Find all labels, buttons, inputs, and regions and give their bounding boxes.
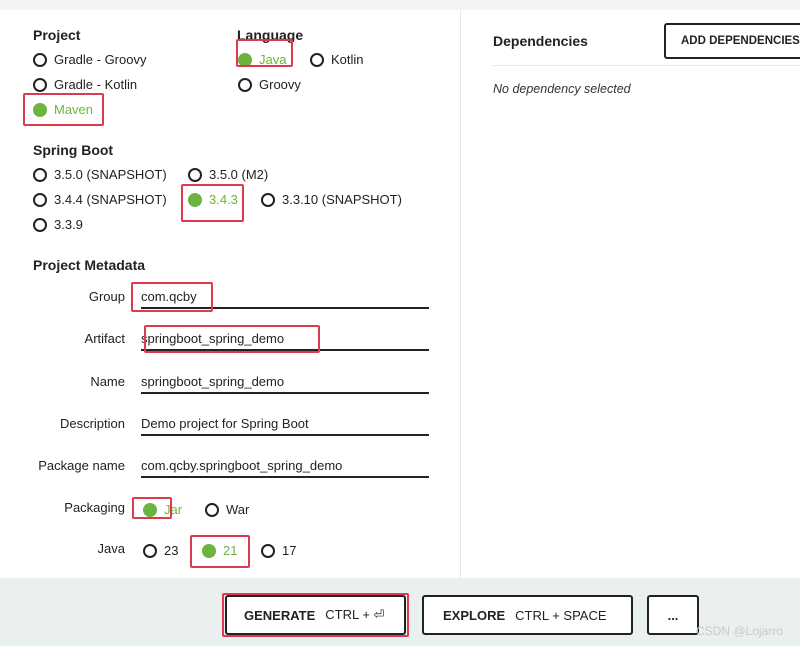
description-field[interactable] [141, 412, 429, 436]
language-option-groovy[interactable]: Groovy [238, 77, 301, 92]
java-label: Java [97, 541, 125, 556]
radio-icon [310, 52, 324, 67]
option-label: 21 [223, 543, 238, 558]
group-field[interactable] [141, 285, 429, 309]
radio-icon [33, 217, 47, 232]
watermark-text: CSDN @Lojarro [696, 624, 783, 638]
column-divider [460, 10, 461, 578]
more-label: ... [667, 607, 679, 623]
name-field[interactable] [141, 370, 429, 394]
option-label: 3.4.4 (SNAPSHOT) [54, 192, 167, 207]
option-label: 3.5.0 (M2) [209, 167, 269, 182]
package-name-label: Package name [38, 458, 125, 473]
radio-selected-icon [143, 502, 157, 517]
language-heading: Language [237, 27, 304, 43]
radio-selected-icon [238, 52, 252, 67]
metadata-heading: Project Metadata [33, 257, 146, 273]
project-heading: Project [33, 27, 81, 43]
option-label: War [226, 502, 250, 517]
description-label: Description [59, 416, 125, 431]
radio-icon [143, 543, 157, 558]
java-option-23[interactable]: 23 [143, 543, 178, 558]
packaging-label: Packaging [64, 500, 125, 515]
explore-shortcut: CTRL + SPACE [515, 607, 607, 623]
option-label: Java [259, 52, 287, 67]
boot-option-3-3-9[interactable]: 3.3.9 [33, 217, 83, 232]
option-label: 17 [282, 543, 297, 558]
generate-shortcut: CTRL + ⏎ [325, 607, 385, 622]
option-label: 3.3.9 [54, 217, 83, 232]
artifact-field[interactable] [141, 327, 429, 351]
dependencies-divider [492, 65, 800, 66]
option-label: Jar [164, 502, 183, 517]
option-label: 3.5.0 (SNAPSHOT) [54, 167, 167, 182]
more-button[interactable]: ... [647, 595, 699, 635]
no-dependency-text: No dependency selected [493, 82, 631, 96]
boot-option-3-4-4-snapshot[interactable]: 3.4.4 (SNAPSHOT) [33, 192, 167, 207]
option-label: Groovy [259, 77, 301, 92]
name-label: Name [90, 374, 125, 389]
java-option-17[interactable]: 17 [261, 543, 296, 558]
explore-button[interactable]: EXPLORE CTRL + SPACE [422, 595, 633, 635]
language-option-kotlin[interactable]: Kotlin [310, 52, 364, 67]
option-label: 3.3.10 (SNAPSHOT) [282, 192, 402, 207]
spring-boot-heading: Spring Boot [33, 142, 114, 158]
language-option-java[interactable]: Java [238, 52, 286, 67]
radio-icon [33, 52, 47, 67]
radio-selected-icon [33, 102, 47, 117]
option-label: Gradle - Kotlin [54, 77, 138, 92]
radio-selected-icon [202, 543, 216, 558]
boot-option-3-4-3[interactable]: 3.4.3 [188, 192, 238, 207]
radio-selected-icon [188, 192, 202, 207]
option-label: Gradle - Groovy [54, 52, 147, 67]
packaging-option-jar[interactable]: Jar [143, 502, 182, 517]
option-label: Maven [54, 102, 94, 117]
artifact-label: Artifact [84, 331, 125, 346]
project-option-gradle-kotlin[interactable]: Gradle - Kotlin [33, 77, 137, 92]
boot-option-3-5-0-snapshot[interactable]: 3.5.0 (SNAPSHOT) [33, 167, 167, 182]
radio-icon [261, 543, 275, 558]
radio-icon [33, 77, 47, 92]
project-option-maven[interactable]: Maven [33, 102, 93, 117]
radio-icon [205, 502, 219, 517]
radio-icon [238, 77, 252, 92]
boot-option-3-3-10-snapshot[interactable]: 3.3.10 (SNAPSHOT) [261, 192, 402, 207]
packaging-option-war[interactable]: War [205, 502, 249, 517]
java-option-21[interactable]: 21 [202, 543, 237, 558]
radio-icon [33, 192, 47, 207]
generate-button[interactable]: GENERATE CTRL + ⏎ [225, 595, 406, 635]
radio-icon [188, 167, 202, 182]
generate-label: GENERATE [244, 607, 316, 623]
group-label: Group [88, 289, 125, 304]
top-bar [0, 0, 800, 10]
boot-option-3-5-0-m2[interactable]: 3.5.0 (M2) [188, 167, 268, 182]
dependencies-title: Dependencies [493, 33, 588, 49]
package-name-field[interactable] [141, 454, 429, 478]
radio-icon [261, 192, 275, 207]
radio-icon [33, 167, 47, 182]
project-option-gradle-groovy[interactable]: Gradle - Groovy [33, 52, 146, 67]
explore-label: EXPLORE [443, 607, 506, 623]
option-label: 23 [164, 543, 179, 558]
option-label: Kotlin [331, 52, 364, 67]
add-dependencies-button[interactable]: ADD DEPENDENCIES... [664, 23, 800, 59]
option-label: 3.4.3 [209, 192, 238, 207]
